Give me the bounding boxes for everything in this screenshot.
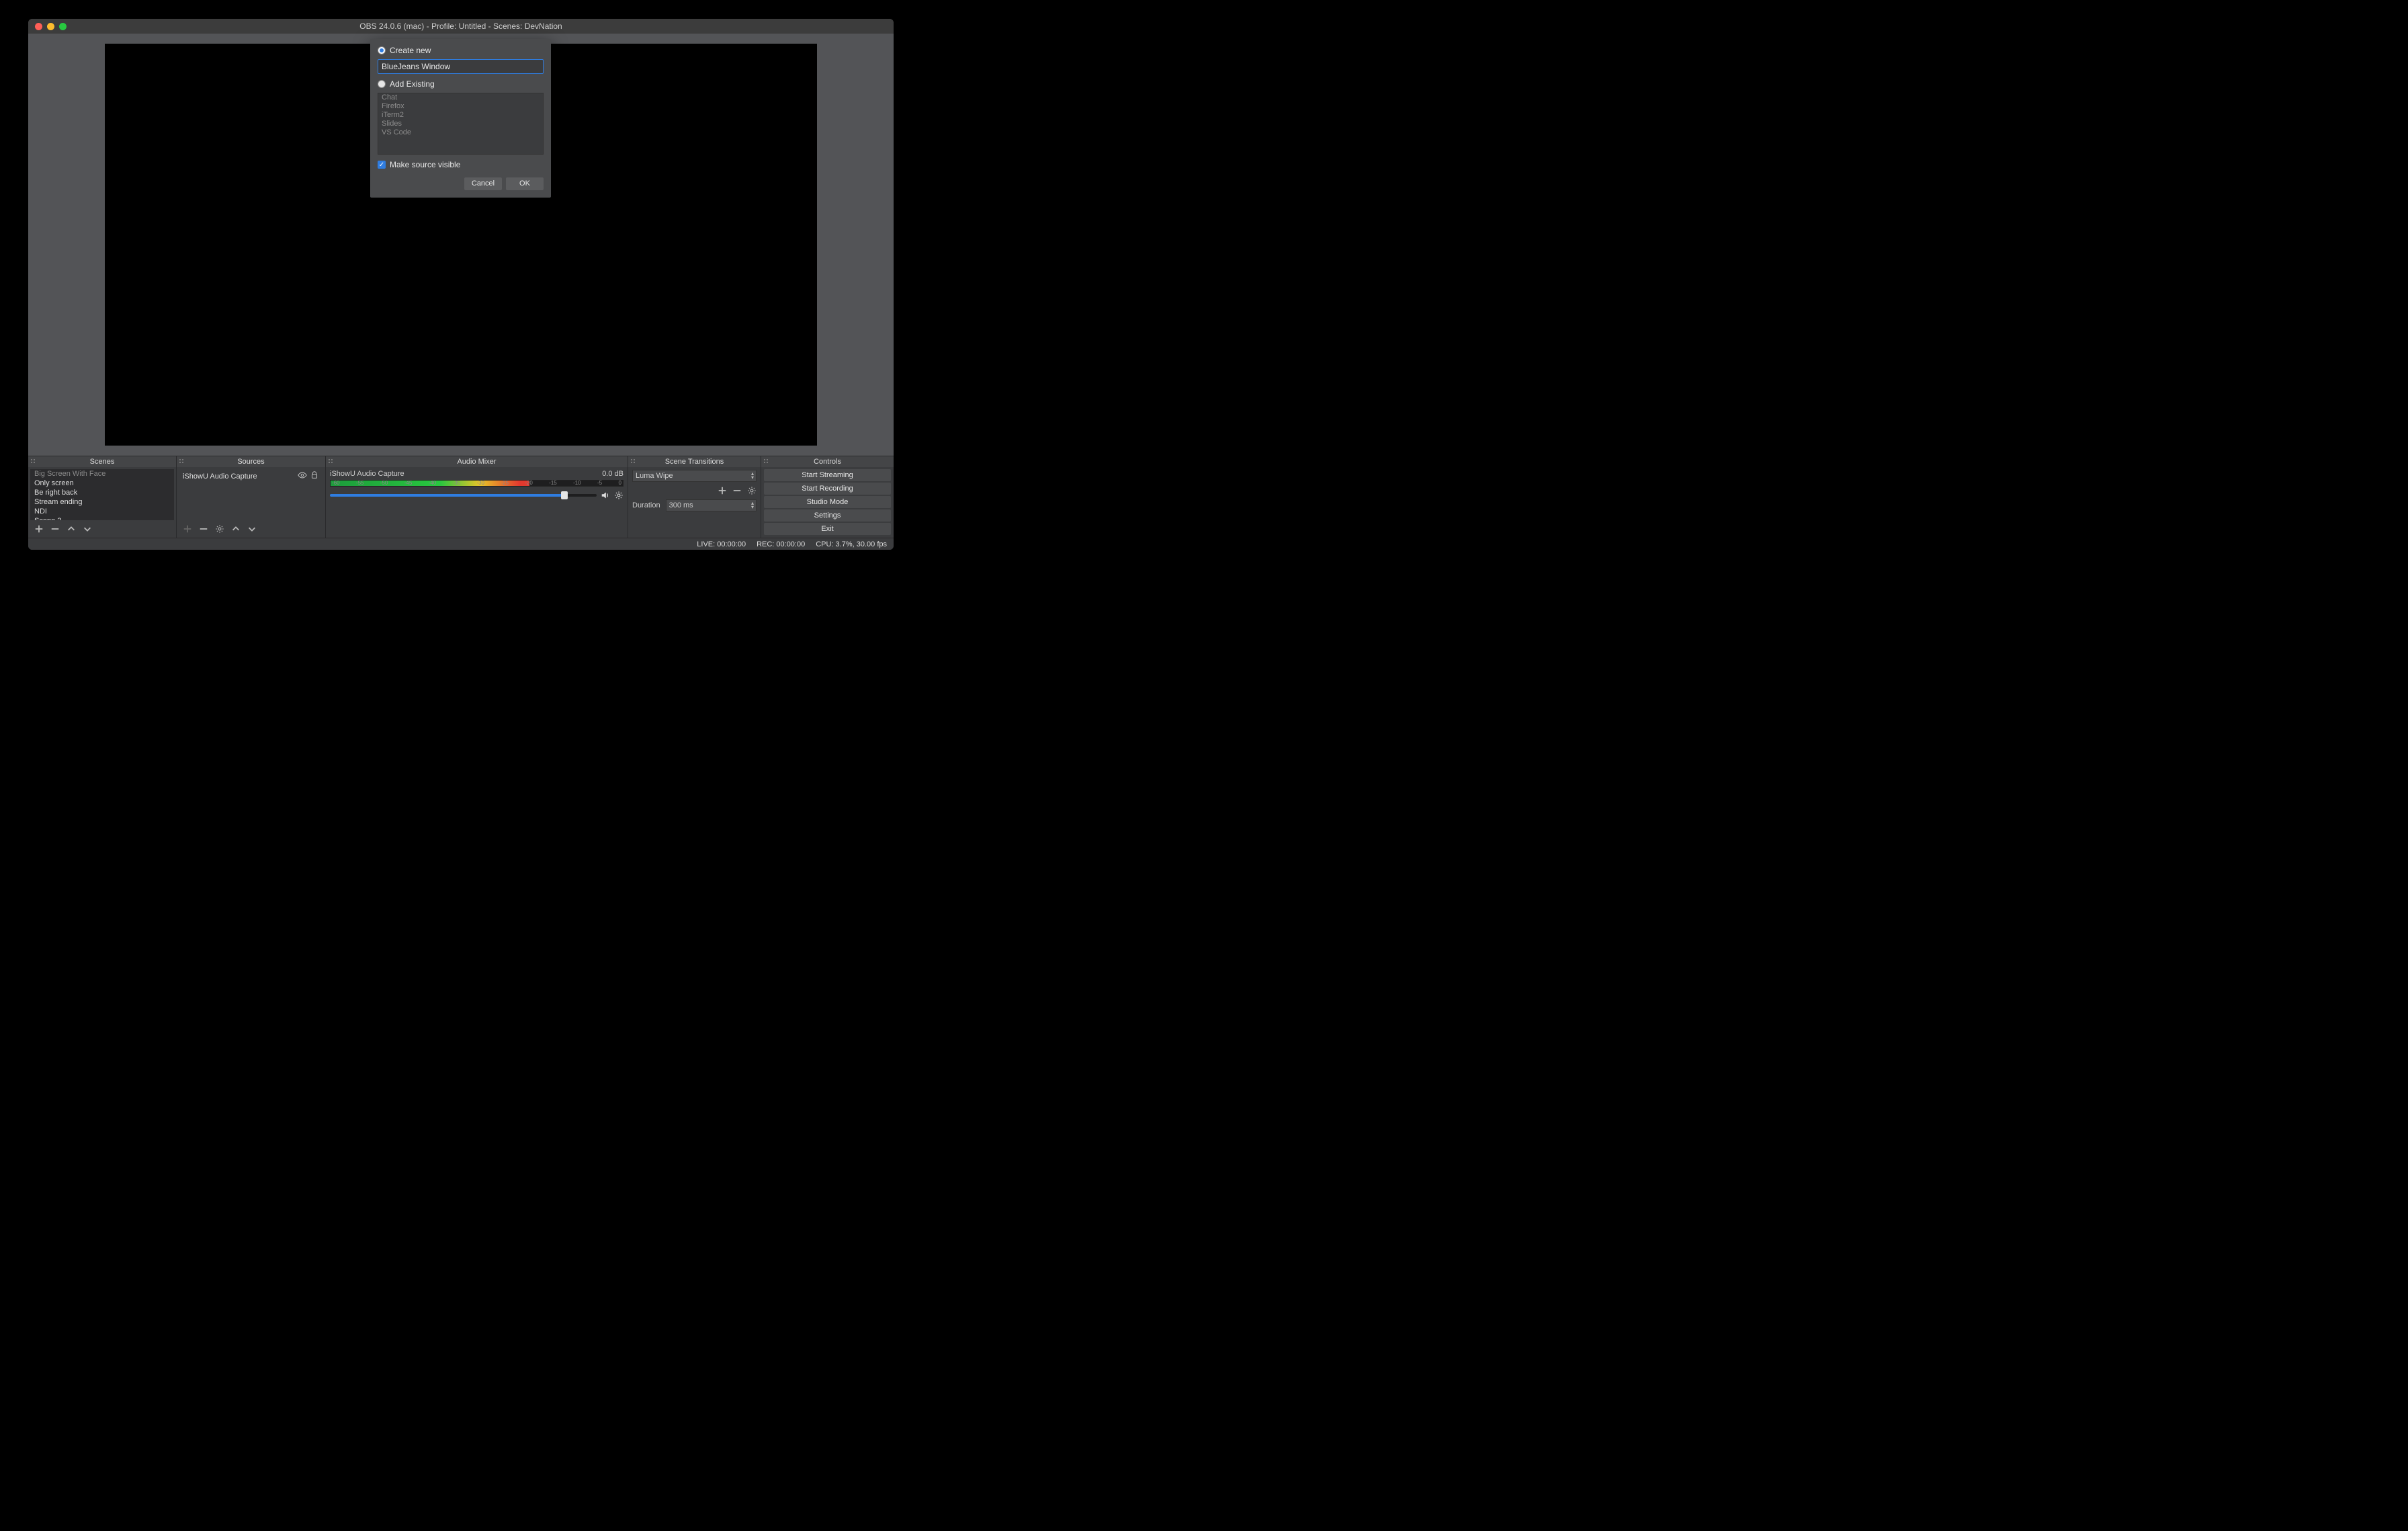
dock-grip-icon[interactable] xyxy=(328,458,334,464)
move-up-icon[interactable] xyxy=(231,524,241,534)
transitions-dock: Scene Transitions Luma Wipe ▴▾ Duration xyxy=(628,456,761,538)
add-existing-label: Add Existing xyxy=(390,79,435,89)
list-item[interactable]: Stream ending xyxy=(30,497,174,507)
list-item[interactable]: Scene 2 xyxy=(30,516,174,520)
controls-dock: Controls Start Streaming Start Recording… xyxy=(761,456,894,538)
duration-label: Duration xyxy=(632,501,660,509)
scenes-title: Scenes xyxy=(90,458,115,466)
mixer-level: 0.0 dB xyxy=(602,470,624,478)
stepper-icon[interactable]: ▴▾ xyxy=(751,501,754,509)
remove-icon[interactable] xyxy=(199,524,208,534)
list-item: Chat xyxy=(378,93,543,102)
lock-icon[interactable] xyxy=(310,470,319,482)
list-item[interactable]: Big Screen With Face xyxy=(30,469,174,479)
list-item: Slides xyxy=(378,120,543,128)
start-recording-button[interactable]: Start Recording xyxy=(764,483,891,495)
start-streaming-button[interactable]: Start Streaming xyxy=(764,469,891,481)
list-item[interactable]: Only screen xyxy=(30,479,174,488)
controls-title: Controls xyxy=(814,458,841,466)
gear-icon[interactable] xyxy=(614,491,624,500)
move-up-icon[interactable] xyxy=(67,524,76,534)
make-visible-checkbox[interactable]: ✓ xyxy=(378,161,386,169)
dock-grip-icon[interactable] xyxy=(30,458,36,464)
exit-button[interactable]: Exit xyxy=(764,523,891,535)
list-item: Firefox xyxy=(378,102,543,111)
create-new-radio[interactable] xyxy=(378,46,386,54)
add-existing-radio[interactable] xyxy=(378,80,386,88)
dock-grip-icon[interactable] xyxy=(630,458,636,464)
volume-slider[interactable] xyxy=(330,494,597,497)
window-title: OBS 24.0.6 (mac) - Profile: Untitled - S… xyxy=(28,22,894,31)
studio-mode-button[interactable]: Studio Mode xyxy=(764,496,891,508)
move-down-icon[interactable] xyxy=(247,524,257,534)
transition-select[interactable]: Luma Wipe ▴▾ xyxy=(632,470,757,482)
add-icon[interactable] xyxy=(183,524,192,534)
make-visible-label: Make source visible xyxy=(390,160,460,169)
status-cpu: CPU: 3.7%, 30.00 fps xyxy=(816,540,887,548)
audio-mixer-dock: Audio Mixer iShowU Audio Capture 0.0 dB … xyxy=(325,456,628,538)
mixer-channel-name: iShowU Audio Capture xyxy=(330,470,404,478)
ok-button[interactable]: OK xyxy=(506,177,544,190)
sources-title: Sources xyxy=(237,458,264,466)
remove-icon[interactable] xyxy=(732,486,742,495)
titlebar: OBS 24.0.6 (mac) - Profile: Untitled - S… xyxy=(28,19,894,34)
cancel-button[interactable]: Cancel xyxy=(464,177,502,190)
list-item[interactable]: Be right back xyxy=(30,488,174,497)
sources-toolbar xyxy=(179,522,323,536)
scenes-list[interactable]: Big Screen With Face Only screen Be righ… xyxy=(30,469,174,520)
transitions-title: Scene Transitions xyxy=(665,458,724,466)
gear-icon[interactable] xyxy=(215,524,224,534)
source-row[interactable]: iShowU Audio Capture xyxy=(179,469,323,483)
audio-meter: -60-55-50-45-40-35-30-25-20-15-10-50 xyxy=(330,480,624,487)
existing-sources-list: Chat Firefox iTerm2 Slides VS Code xyxy=(378,93,544,155)
visibility-icon[interactable] xyxy=(298,470,307,482)
list-item[interactable]: NDI xyxy=(30,507,174,516)
source-name-input[interactable] xyxy=(378,59,544,74)
remove-icon[interactable] xyxy=(50,524,60,534)
create-new-label: Create new xyxy=(390,46,431,55)
dock-grip-icon[interactable] xyxy=(179,458,185,464)
settings-button[interactable]: Settings xyxy=(764,509,891,522)
list-item: VS Code xyxy=(378,128,543,137)
chevron-updown-icon: ▴▾ xyxy=(751,472,754,480)
sources-dock: Sources iShowU Audio Capture xyxy=(176,456,325,538)
gear-icon[interactable] xyxy=(747,486,757,495)
status-live: LIVE: 00:00:00 xyxy=(697,540,746,548)
move-down-icon[interactable] xyxy=(83,524,92,534)
list-item: iTerm2 xyxy=(378,111,543,120)
duration-input[interactable]: 300 ms ▴▾ xyxy=(666,499,757,511)
sources-list[interactable]: iShowU Audio Capture xyxy=(179,469,323,520)
create-source-dialog: Create new Add Existing Chat Firefox iTe… xyxy=(370,39,551,198)
dock-grip-icon[interactable] xyxy=(763,458,769,464)
speaker-icon[interactable] xyxy=(601,491,610,500)
add-icon[interactable] xyxy=(718,486,727,495)
scenes-dock: Scenes Big Screen With Face Only screen … xyxy=(28,456,176,538)
add-icon[interactable] xyxy=(34,524,44,534)
mixer-title: Audio Mixer xyxy=(457,458,496,466)
status-bar: LIVE: 00:00:00 REC: 00:00:00 CPU: 3.7%, … xyxy=(28,538,894,550)
status-rec: REC: 00:00:00 xyxy=(757,540,805,548)
scenes-toolbar xyxy=(30,522,174,536)
